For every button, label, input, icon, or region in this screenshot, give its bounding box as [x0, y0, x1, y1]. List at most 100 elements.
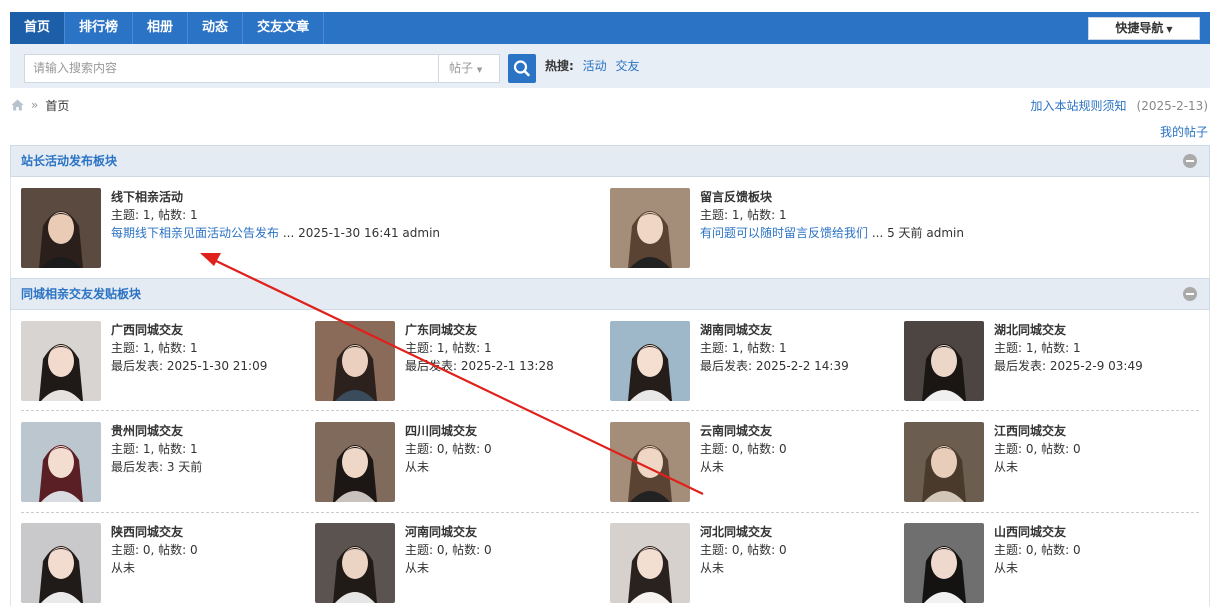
forum-last-post: 最后发表: 2025-1-30 21:09: [111, 359, 268, 373]
section-body: 线下相亲活动 主题: 1, 帖数: 1 每期线下相亲见面活动公告发布 ... 2…: [10, 177, 1210, 278]
forum-name[interactable]: 广西同城交友: [111, 321, 267, 339]
forum-thumbnail[interactable]: [315, 422, 395, 502]
forum-thumbnail[interactable]: [904, 422, 984, 502]
quick-nav-button[interactable]: 快捷导航 ▼: [1088, 17, 1200, 40]
nav-ranking[interactable]: 排行榜: [65, 12, 134, 44]
quick-nav-label: 快捷导航: [1115, 21, 1164, 35]
portrait-image: [610, 422, 690, 502]
forum-last-post: 从未: [994, 561, 1019, 575]
section-header: 站长活动发布板块: [10, 145, 1210, 177]
forum-item[interactable]: 贵州同城交友 主题: 1, 帖数: 1 最后发表: 3 天前: [21, 422, 306, 504]
forum-stats: 主题: 0, 帖数: 0: [405, 543, 492, 557]
hot-search: 热搜: 活动 交友: [545, 44, 640, 88]
forum-item[interactable]: 广东同城交友 主题: 1, 帖数: 1 最后发表: 2025-2-1 13:28: [315, 321, 600, 403]
forum-thumbnail[interactable]: [21, 188, 101, 268]
last-post-link[interactable]: 有问题可以随时留言反馈给我们: [700, 226, 868, 240]
forum-item[interactable]: 河北同城交友主题: 0, 帖数: 0 从未: [610, 523, 895, 605]
hot-link-activity[interactable]: 活动: [583, 59, 607, 73]
forum-name[interactable]: 河南同城交友: [405, 523, 492, 541]
site-rules-link[interactable]: 加入本站规则须知: [1031, 99, 1127, 113]
forum-thumbnail[interactable]: [610, 422, 690, 502]
forum-stats: 主题: 1, 帖数: 1: [700, 341, 787, 355]
portrait-image: [610, 188, 690, 268]
portrait-image: [904, 321, 984, 401]
last-post-link[interactable]: 每期线下相亲见面活动公告发布: [111, 226, 279, 240]
forum-name[interactable]: 广东同城交友: [405, 321, 554, 339]
forum-name[interactable]: 陕西同城交友: [111, 523, 198, 541]
forum-item[interactable]: 湖北同城交友 主题: 1, 帖数: 1 最后发表: 2025-2-9 03:49: [904, 321, 1189, 403]
nav-activity[interactable]: 动态: [188, 12, 244, 44]
forum-last-post: 最后发表: 2025-2-2 14:39: [700, 359, 849, 373]
forum-last-post: 从未: [700, 561, 725, 575]
search-icon: [513, 60, 530, 77]
forum-thumbnail[interactable]: [21, 321, 101, 401]
forum-thumbnail[interactable]: [315, 321, 395, 401]
forum-name[interactable]: 江西同城交友: [994, 422, 1081, 440]
row-divider: [21, 512, 1199, 513]
forum-item[interactable]: 四川同城交友 主题: 0, 帖数: 0 从未: [315, 422, 600, 504]
collapse-icon[interactable]: [1183, 287, 1197, 301]
portrait-image: [315, 523, 395, 603]
nav-home[interactable]: 首页: [10, 12, 66, 44]
forum-thumbnail[interactable]: [904, 321, 984, 401]
forum-item[interactable]: 留言反馈板块 主题: 1, 帖数: 1 有问题可以随时留言反馈给我们 ... 5…: [610, 188, 1200, 270]
forum-thumbnail[interactable]: [21, 523, 101, 603]
portrait-image: [21, 523, 101, 603]
forum-item[interactable]: 云南同城交友 主题: 0, 帖数: 0 从未: [610, 422, 895, 504]
forum-last-post: 从未: [405, 561, 430, 575]
forum-name[interactable]: 贵州同城交友: [111, 422, 202, 440]
forum-item[interactable]: 山西同城交友 主题: 0, 帖数: 0 从未: [904, 523, 1189, 605]
forum-stats: 主题: 1, 帖数: 1: [700, 208, 787, 222]
forum-thumbnail[interactable]: [610, 321, 690, 401]
search-type-select[interactable]: 帖子 ▼: [438, 54, 500, 83]
page: 首页 排行榜 相册 动态 交友文章 快捷导航 ▼ 请输入搜索内容 帖子 ▼ 热搜:…: [0, 0, 1213, 606]
forum-name[interactable]: 线下相亲活动: [111, 188, 440, 206]
forum-last-post: 有问题可以随时留言反馈给我们 ... 5 天前 admin: [700, 224, 964, 242]
search-button[interactable]: [508, 54, 536, 83]
forum-name[interactable]: 留言反馈板块: [700, 188, 964, 206]
forum-last-post: 最后发表: 2025-2-9 03:49: [994, 359, 1143, 373]
forum-item[interactable]: 河南同城交友主题: 0, 帖数: 0 从未: [315, 523, 600, 605]
forum-thumbnail[interactable]: [315, 523, 395, 603]
forum-item[interactable]: 陕西同城交友 主题: 0, 帖数: 0 从未: [21, 523, 306, 605]
forum-stats: 主题: 0, 帖数: 0: [994, 442, 1081, 456]
forum-name[interactable]: 河北同城交友: [700, 523, 787, 541]
forum-last-post: 最后发表: 2025-2-1 13:28: [405, 359, 554, 373]
site-rules-date: (2025-2-13): [1136, 99, 1208, 113]
forum-name[interactable]: 山西同城交友: [994, 523, 1081, 541]
portrait-image: [315, 321, 395, 401]
portrait-image: [610, 523, 690, 603]
forum-thumbnail[interactable]: [610, 188, 690, 268]
search-input[interactable]: 请输入搜索内容: [24, 54, 439, 83]
forum-thumbnail[interactable]: [904, 523, 984, 603]
forum-name[interactable]: 云南同城交友: [700, 422, 787, 440]
search-bar: 请输入搜索内容 帖子 ▼ 热搜: 活动 交友: [10, 44, 1210, 88]
forum-thumbnail[interactable]: [610, 523, 690, 603]
portrait-image: [21, 422, 101, 502]
portrait-image: [610, 321, 690, 401]
forum-stats: 主题: 0, 帖数: 0: [111, 543, 198, 557]
search-type-label: 帖子: [449, 61, 474, 75]
portrait-image: [904, 523, 984, 603]
collapse-icon[interactable]: [1183, 154, 1197, 168]
breadcrumb-separator: »: [31, 98, 39, 112]
forum-stats: 主题: 1, 帖数: 1: [111, 208, 198, 222]
forum-item[interactable]: 线下相亲活动 主题: 1, 帖数: 1 每期线下相亲见面活动公告发布 ... 2…: [21, 188, 591, 270]
forum-stats: 主题: 1, 帖数: 1: [111, 341, 198, 355]
nav-articles[interactable]: 交友文章: [243, 12, 325, 44]
hot-link-dating[interactable]: 交友: [615, 59, 639, 73]
forum-name[interactable]: 湖南同城交友: [700, 321, 849, 339]
forum-item[interactable]: 湖南同城交友主题: 1, 帖数: 1 最后发表: 2025-2-2 14:39: [610, 321, 895, 403]
section-title: 同城相亲交友发贴板块: [21, 287, 142, 301]
forum-name[interactable]: 湖北同城交友: [994, 321, 1143, 339]
home-icon[interactable]: [11, 99, 24, 111]
top-nav: 首页 排行榜 相册 动态 交友文章 快捷导航 ▼: [10, 12, 1210, 44]
nav-album[interactable]: 相册: [133, 12, 189, 44]
forum-name[interactable]: 四川同城交友: [405, 422, 492, 440]
forum-stats: 主题: 0, 帖数: 0: [700, 543, 787, 557]
my-posts-link[interactable]: 我的帖子: [1160, 123, 1208, 140]
forum-thumbnail[interactable]: [21, 422, 101, 502]
forum-item[interactable]: 江西同城交友 主题: 0, 帖数: 0 从未: [904, 422, 1189, 504]
section-body: 广西同城交友 主题: 1, 帖数: 1 最后发表: 2025-1-30 21:09 广…: [10, 310, 1210, 606]
forum-item[interactable]: 广西同城交友主题: 1, 帖数: 1 最后发表: 2025-1-30 21:09: [21, 321, 306, 403]
